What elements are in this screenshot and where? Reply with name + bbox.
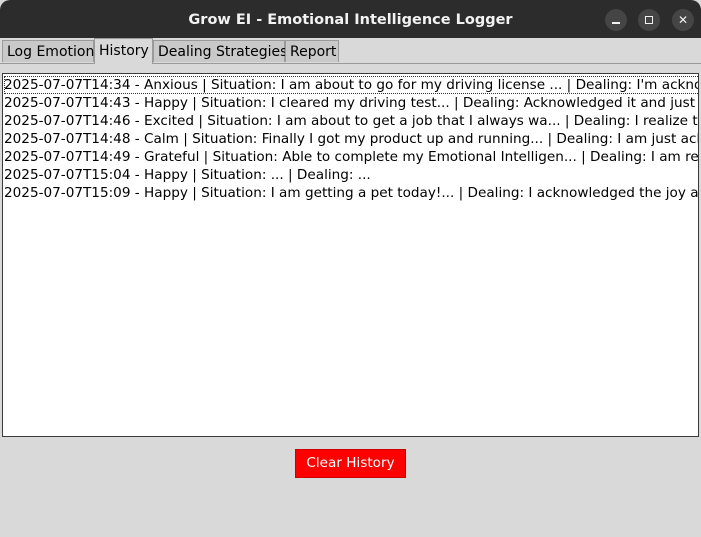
history-listbox[interactable]: 2025-07-07T14:34 - Anxious | Situation: … bbox=[2, 73, 699, 437]
app-window: Grow EI - Emotional Intelligence Logger … bbox=[0, 0, 701, 537]
maximize-icon bbox=[645, 16, 653, 24]
list-item[interactable]: 2025-07-07T15:09 - Happy | Situation: I … bbox=[4, 184, 698, 202]
maximize-button[interactable] bbox=[638, 9, 660, 31]
window-title: Grow EI - Emotional Intelligence Logger bbox=[188, 12, 513, 28]
clear-history-button[interactable]: Clear History bbox=[295, 449, 406, 478]
tab-report[interactable]: Report bbox=[285, 40, 339, 62]
list-item[interactable]: 2025-07-07T14:46 - Excited | Situation: … bbox=[4, 112, 698, 130]
tab-history[interactable]: History bbox=[94, 38, 153, 64]
close-button[interactable]: ✕ bbox=[672, 9, 694, 31]
list-item[interactable]: 2025-07-07T14:48 - Calm | Situation: Fin… bbox=[4, 130, 698, 148]
list-item[interactable]: 2025-07-07T14:43 - Happy | Situation: I … bbox=[4, 94, 698, 112]
title-bar[interactable]: Grow EI - Emotional Intelligence Logger … bbox=[0, 0, 701, 38]
close-icon: ✕ bbox=[677, 13, 689, 27]
minimize-button[interactable] bbox=[605, 9, 627, 31]
list-item[interactable]: 2025-07-07T14:34 - Anxious | Situation: … bbox=[4, 76, 698, 94]
tab-dealing-strategies[interactable]: Dealing Strategies bbox=[153, 40, 287, 62]
tab-log-emotion[interactable]: Log Emotion bbox=[2, 40, 94, 62]
list-item[interactable]: 2025-07-07T15:04 - Happy | Situation: ..… bbox=[4, 166, 371, 184]
list-item[interactable]: 2025-07-07T14:49 - Grateful | Situation:… bbox=[4, 148, 698, 166]
minimize-icon bbox=[612, 22, 620, 24]
